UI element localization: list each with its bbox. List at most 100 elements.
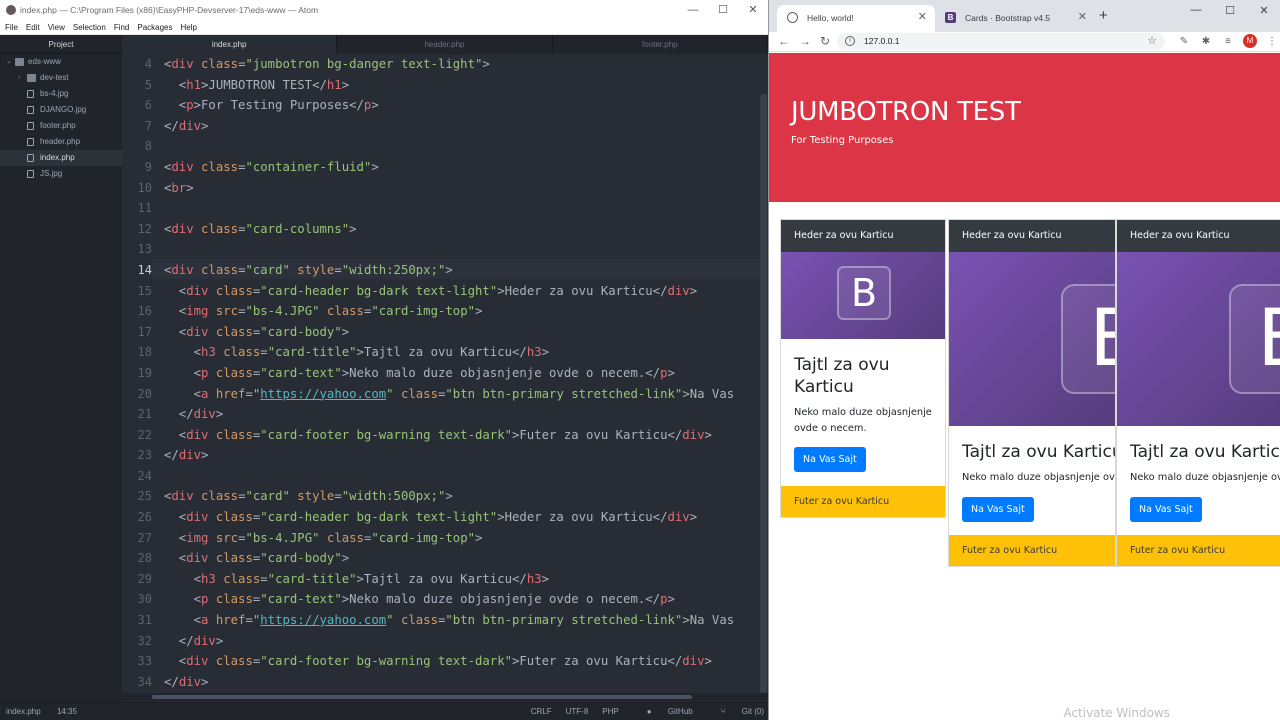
code-link[interactable]: https://yahoo.com	[260, 613, 386, 627]
minimize-icon[interactable]: —	[1179, 0, 1213, 20]
browser-tab-bootstrap-cards[interactable]: B Cards · Bootstrap v4.5 ✕	[935, 5, 1095, 32]
editor-vertical-scrollbar[interactable]	[760, 94, 767, 694]
more-menu-icon[interactable]: ⋮	[1261, 36, 1280, 47]
close-tab-icon[interactable]: ✕	[1078, 5, 1087, 30]
code-token: >Na Vas	[682, 386, 735, 401]
back-icon[interactable]: ←	[778, 32, 790, 50]
code-line[interactable]: </div>	[164, 631, 758, 652]
tab-index-php[interactable]: index.php	[122, 35, 338, 54]
status-git[interactable]: ⑂ Git (0)	[707, 703, 764, 720]
minimize-icon[interactable]: —	[678, 0, 708, 20]
code-line[interactable]: <div class="card-footer bg-warning text-…	[164, 425, 758, 446]
tree-item-header-php[interactable]: header.php	[0, 134, 122, 150]
code-line[interactable]: <h3 class="card-title">Tajtl za ovu Kart…	[164, 342, 758, 363]
extension-icon[interactable]: ✎	[1173, 36, 1195, 47]
code-line[interactable]: <p class="card-text">Neko malo duze obja…	[164, 363, 758, 384]
code-line[interactable]: <h1>JUMBOTRON TEST</h1>	[164, 75, 758, 96]
status-file-name[interactable]: index.php	[6, 707, 41, 716]
puzzle-icon[interactable]: ✱	[1195, 36, 1217, 47]
horizontal-scroll-thumb[interactable]	[152, 695, 692, 699]
menu-file[interactable]: File	[2, 20, 21, 34]
reading-list-icon[interactable]: ≡	[1217, 36, 1239, 47]
close-icon[interactable]: ✕	[738, 0, 768, 20]
status-grammar[interactable]: PHP	[602, 703, 618, 720]
tree-item-bs-4-jpg[interactable]: bs-4.jpg	[0, 86, 122, 102]
close-tab-icon[interactable]: ✕	[918, 5, 927, 30]
tree-item-footer-php[interactable]: footer.php	[0, 118, 122, 134]
menu-selection[interactable]: Selection	[70, 20, 109, 34]
code-line[interactable]	[164, 198, 758, 219]
menu-view[interactable]: View	[45, 20, 68, 34]
maximize-icon[interactable]: ☐	[1213, 0, 1247, 20]
bookmark-star-icon[interactable]: ☆	[1147, 33, 1157, 50]
code-line[interactable]: <img src="bs-4.JPG" class="card-img-top"…	[164, 301, 758, 322]
project-tree-header[interactable]: Project	[0, 35, 122, 54]
code-line[interactable]: <p>For Testing Purposes</p>	[164, 95, 758, 116]
code-line[interactable]: <h3 class="card-title">Tajtl za ovu Kart…	[164, 569, 758, 590]
code-line[interactable]: <div class="card-footer bg-warning text-…	[164, 651, 758, 672]
code-line[interactable]: </div>	[164, 672, 758, 693]
code-line[interactable]: <div class="container-fluid">	[164, 157, 758, 178]
status-cursor-position[interactable]: 14:35	[57, 707, 77, 716]
site-info-icon[interactable]: i	[845, 36, 855, 46]
address-bar-url[interactable]: 127.0.0.1	[864, 33, 899, 50]
status-encoding[interactable]: UTF-8	[566, 703, 589, 720]
card-1[interactable]: Heder za ovu Karticu B Tajtl za ovu Kart…	[780, 219, 946, 518]
code-token: >	[201, 118, 209, 133]
code-line[interactable]: <div class="card-header bg-dark text-lig…	[164, 507, 758, 528]
chevron-down-icon[interactable]: ⌄	[6, 54, 12, 70]
editor-horizontal-scrollbar[interactable]	[122, 693, 768, 701]
tree-item-js-jpg[interactable]: JS.jpg	[0, 166, 122, 182]
code-line[interactable]: <br>	[164, 178, 758, 199]
card-3[interactable]: Heder za ovu Karticu B Tajtl za ovu Kart…	[1116, 219, 1280, 567]
code-line[interactable]: <div class="card-body">	[164, 548, 758, 569]
chevron-right-icon[interactable]: ›	[18, 70, 20, 86]
code-link[interactable]: https://yahoo.com	[260, 387, 386, 401]
code-line[interactable]: <div class="jumbotron bg-danger text-lig…	[164, 54, 758, 75]
na-vas-sajt-button[interactable]: Na Vas Sajt	[962, 497, 1034, 522]
new-tab-button[interactable]: +	[1099, 6, 1108, 26]
forward-icon[interactable]: →	[799, 32, 811, 50]
card-2[interactable]: Heder za ovu Karticu B Tajtl za ovu Kart…	[948, 219, 1116, 567]
address-bar[interactable]: i 127.0.0.1 ☆	[837, 33, 1165, 50]
code-line[interactable]	[164, 239, 758, 260]
menu-edit[interactable]: Edit	[23, 20, 43, 34]
tree-item-dev-test[interactable]: › dev-test	[0, 70, 122, 86]
code-line[interactable]: <p class="card-text">Neko malo duze obja…	[164, 589, 758, 610]
tree-item-eds-www[interactable]: ⌄ eds-www	[0, 54, 122, 70]
code-line[interactable]: <a href="https://yahoo.com" class="btn b…	[164, 610, 758, 631]
code-token: "card-header bg-dark text-light"	[260, 510, 498, 525]
menu-find[interactable]: Find	[111, 20, 133, 34]
status-line-ending[interactable]: CRLF	[531, 703, 552, 720]
reload-icon[interactable]: ↻	[820, 32, 830, 50]
tab-footer-php[interactable]: footer.php	[553, 35, 768, 54]
tree-item-index-php[interactable]: index.php	[0, 150, 122, 166]
code-line[interactable]: <div class="card-header bg-dark text-lig…	[164, 281, 758, 302]
code-line[interactable]: <div class="card" style="width:500px;">	[164, 486, 758, 507]
code-line[interactable]	[164, 136, 758, 157]
status-github[interactable]: ● GitHub	[633, 703, 693, 720]
code-editor[interactable]: <div class="jumbotron bg-danger text-lig…	[164, 54, 758, 694]
na-vas-sajt-button[interactable]: Na Vas Sajt	[1130, 497, 1202, 522]
code-line[interactable]: <div class="card-body">	[164, 322, 758, 343]
code-line[interactable]: </div>	[164, 404, 758, 425]
code-line[interactable]: </div>	[164, 445, 758, 466]
tree-item-django-jpg[interactable]: DJANGO.jpg	[0, 102, 122, 118]
code-line[interactable]: <img src="bs-4.JPG" class="card-img-top"…	[164, 528, 758, 549]
maximize-icon[interactable]: ☐	[708, 0, 738, 20]
code-line[interactable]: <div class="card-columns">	[164, 219, 758, 240]
code-token: div	[186, 324, 209, 339]
code-line[interactable]: </div>	[164, 116, 758, 137]
menu-help[interactable]: Help	[178, 20, 200, 34]
code-line[interactable]	[164, 466, 758, 487]
menu-packages[interactable]: Packages	[134, 20, 175, 34]
code-line[interactable]: <div class="card" style="width:250px;">	[164, 260, 758, 281]
na-vas-sajt-button[interactable]: Na Vas Sajt	[794, 447, 866, 472]
tab-header-php[interactable]: header.php	[337, 35, 553, 54]
profile-avatar[interactable]: M	[1243, 34, 1257, 48]
browser-tab-hello-world[interactable]: Hello, world! ✕	[777, 5, 935, 32]
close-icon[interactable]: ✕	[1247, 0, 1280, 20]
code-line[interactable]: <a href="https://yahoo.com" class="btn b…	[164, 384, 758, 405]
